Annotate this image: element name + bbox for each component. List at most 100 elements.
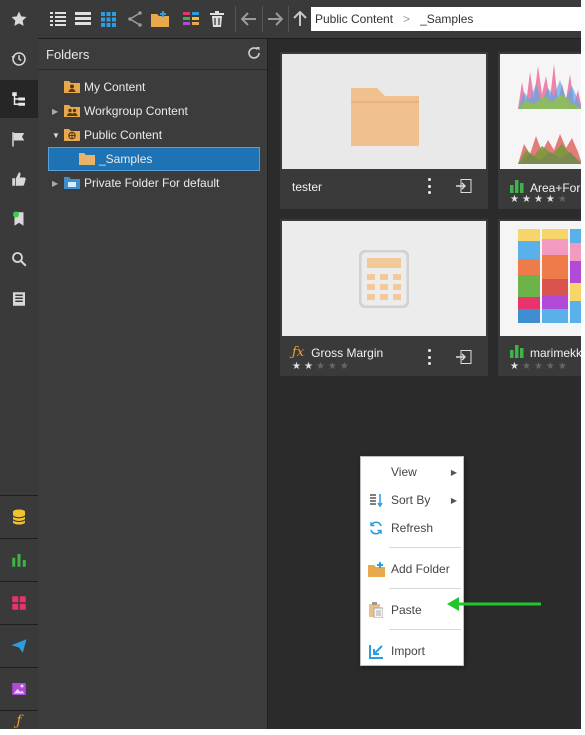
bar-chart-icon: [510, 345, 524, 361]
star-empty-icon[interactable]: ★: [522, 362, 531, 372]
send-publish-icon[interactable]: [0, 627, 38, 665]
submenu-arrow-icon: ▶: [450, 495, 457, 505]
refresh-icon: [361, 521, 391, 535]
app-window: ƒ Public Content > _Samples Folders My C…: [0, 0, 581, 729]
more-options-icon[interactable]: [426, 178, 432, 194]
tile-thumbnail: [500, 221, 581, 336]
star-empty-icon[interactable]: ★: [340, 362, 349, 372]
star-filled-icon[interactable]: ★: [546, 195, 555, 205]
breadcrumb: Public Content > _Samples: [311, 7, 581, 31]
menu-item-view[interactable]: View ▶: [361, 459, 463, 485]
content-tree-icon[interactable]: [0, 80, 38, 118]
tile-view-icon[interactable]: [98, 9, 118, 29]
menu-item-import[interactable]: Import: [361, 638, 463, 664]
tree-item-my-content[interactable]: My Content: [52, 76, 145, 98]
tree-item-label: Public Content: [84, 128, 163, 142]
menu-item-label: Paste: [391, 603, 422, 617]
details-view-icon[interactable]: [73, 9, 93, 29]
flag-icon[interactable]: [0, 120, 38, 158]
bar-chart-icon[interactable]: [0, 541, 38, 579]
tile-title: Gross Margin: [311, 345, 384, 360]
back-arrow-icon[interactable]: [237, 7, 261, 31]
menu-item-label: Import: [391, 644, 426, 658]
menu-item-label: Sort By: [391, 493, 431, 507]
collapse-arrow-icon[interactable]: ▼: [52, 131, 62, 140]
expand-arrow-icon[interactable]: ▶: [52, 179, 62, 188]
delete-trash-icon[interactable]: [207, 9, 227, 29]
menu-item-refresh[interactable]: Refresh: [361, 515, 463, 541]
tile-thumbnail: [282, 54, 486, 169]
tree-item-label: Workgroup Content: [84, 104, 188, 118]
menu-item-add-folder[interactable]: Add Folder: [361, 556, 463, 582]
folders-title: Folders: [46, 46, 90, 62]
tile-marimekko[interactable]: marimekk ★ ★ ★ ★ ★: [498, 219, 581, 376]
dashboard-grid-icon[interactable]: [0, 584, 38, 622]
search-icon[interactable]: [0, 240, 38, 278]
folder-icon: [79, 151, 95, 168]
open-icon[interactable]: [456, 350, 472, 367]
tile-title: tester: [292, 180, 323, 194]
tree-item-samples[interactable]: _Samples: [48, 147, 260, 171]
user-folder-icon: [64, 79, 80, 96]
menu-item-sort-by[interactable]: Sort By ▶: [361, 487, 463, 513]
expand-arrow-icon[interactable]: ▶: [52, 107, 62, 116]
calculator-large-icon: [359, 250, 409, 308]
tile-tester[interactable]: tester: [280, 52, 488, 209]
favorites-star-icon[interactable]: [0, 0, 38, 38]
tree-item-public-content[interactable]: ▼ Public Content: [52, 124, 162, 146]
star-filled-icon[interactable]: ★: [292, 362, 301, 372]
rating-stars[interactable]: ★ ★ ★ ★ ★: [510, 362, 567, 372]
recent-history-icon[interactable]: [0, 40, 38, 78]
new-folder-icon[interactable]: [150, 9, 170, 29]
tile-gross-margin[interactable]: ƒx Gross Margin ★ ★ ★ ★ ★: [280, 219, 488, 376]
sort-icon: [361, 493, 391, 507]
star-empty-icon[interactable]: ★: [546, 362, 555, 372]
marimekko-thumbnail-icon: [518, 229, 581, 323]
star-filled-icon[interactable]: ★: [522, 195, 531, 205]
folders-panel: Folders My Content ▶ Workgroup Content ▼…: [38, 39, 268, 729]
tree-item-private-folder[interactable]: ▶ Private Folder For default: [52, 172, 219, 194]
star-filled-icon[interactable]: ★: [534, 195, 543, 205]
context-menu: View ▶ Sort By ▶ Refresh Add Folder Past…: [360, 456, 464, 666]
refresh-icon[interactable]: [247, 46, 261, 63]
tile-title-row: marimekk: [510, 345, 581, 361]
rating-stars[interactable]: ★ ★ ★ ★ ★: [292, 362, 349, 372]
tile-area-for[interactable]: Area+For ★ ★ ★ ★ ★: [498, 52, 581, 209]
toolbar: Public Content > _Samples: [38, 0, 581, 39]
left-icon-rail: ƒ: [0, 0, 39, 729]
page-edge-bottom: [0, 729, 585, 735]
report-list-icon[interactable]: [0, 280, 38, 318]
colored-columns-icon[interactable]: [181, 9, 201, 29]
area-chart-thumbnail-icon: [518, 64, 581, 164]
thumbs-up-icon[interactable]: [0, 160, 38, 198]
more-options-icon[interactable]: [426, 349, 432, 365]
share-tree-icon[interactable]: [124, 9, 144, 29]
list-view-icon[interactable]: [48, 9, 68, 29]
menu-separator: [389, 588, 461, 589]
star-empty-icon[interactable]: ★: [558, 362, 567, 372]
image-gallery-icon[interactable]: [0, 670, 38, 708]
tree-item-workgroup-content[interactable]: ▶ Workgroup Content: [52, 100, 188, 122]
star-filled-icon[interactable]: ★: [304, 362, 313, 372]
up-arrow-icon[interactable]: [288, 7, 312, 31]
breadcrumb-item-samples[interactable]: _Samples: [416, 12, 477, 26]
forward-arrow-icon[interactable]: [263, 7, 287, 31]
database-icon[interactable]: [0, 498, 38, 536]
star-empty-icon[interactable]: ★: [316, 362, 325, 372]
star-empty-icon[interactable]: ★: [534, 362, 543, 372]
star-empty-icon[interactable]: ★: [558, 195, 567, 205]
tile-thumbnail: [500, 54, 581, 169]
star-empty-icon[interactable]: ★: [328, 362, 337, 372]
breadcrumb-item-public-content[interactable]: Public Content: [311, 12, 397, 26]
star-filled-icon[interactable]: ★: [510, 195, 519, 205]
bookmark-new-icon[interactable]: [0, 200, 38, 238]
globe-folder-icon: [64, 127, 80, 144]
open-icon[interactable]: [456, 179, 472, 196]
rating-stars[interactable]: ★ ★ ★ ★ ★: [510, 195, 567, 205]
tile-title: marimekk: [530, 346, 581, 360]
tile-thumbnail: [282, 221, 486, 336]
formula-rail-icon[interactable]: ƒ: [0, 713, 38, 729]
page-edge-right: [581, 0, 585, 735]
annotation-arrow-icon: [445, 595, 545, 616]
star-filled-icon[interactable]: ★: [510, 362, 519, 372]
